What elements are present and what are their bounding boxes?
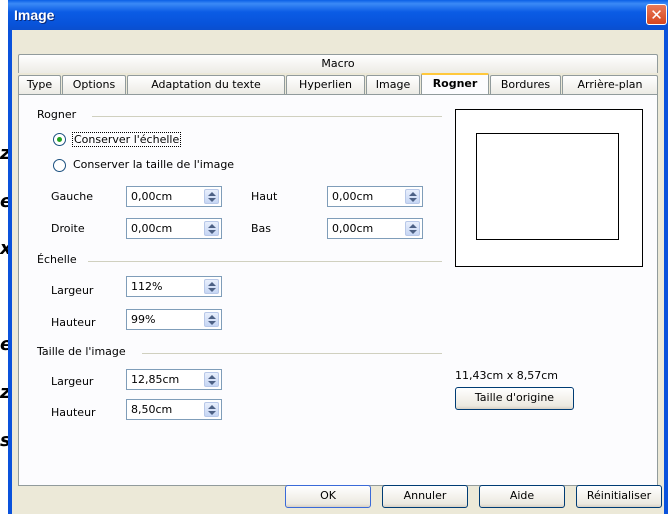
spin-arrows-icon[interactable] (405, 221, 420, 236)
scale-width-label: Largeur (51, 284, 94, 297)
tab-type[interactable]: Type (18, 75, 61, 94)
size-height-label: Hauteur (51, 406, 96, 419)
spin-arrows-icon[interactable] (204, 189, 219, 204)
scale-group-label: Échelle (37, 253, 77, 266)
size-height-value: 8,50cm (131, 403, 173, 416)
spin-arrows-icon[interactable] (204, 402, 219, 417)
size-group-label: Taille de l'image (37, 345, 126, 358)
crop-preview (455, 109, 643, 267)
size-width-label: Largeur (51, 375, 94, 388)
crop-top-label: Haut (251, 190, 278, 203)
cancel-button[interactable]: Annuler (382, 485, 468, 508)
crop-group-divider (92, 116, 442, 117)
close-icon: ✕ (650, 6, 663, 24)
help-button[interactable]: Aide (479, 485, 565, 508)
crop-left-spinner[interactable]: 0,00cm (126, 186, 222, 207)
image-dialog: Image ✕ Macro Type Options Adaptation du… (8, 0, 668, 514)
scale-width-spinner[interactable]: 112% (126, 276, 222, 297)
keep-size-radio[interactable] (53, 159, 66, 172)
crop-left-label: Gauche (51, 190, 94, 203)
scale-height-label: Hauteur (51, 316, 96, 329)
spin-arrows-icon[interactable] (405, 189, 420, 204)
spin-arrows-icon[interactable] (204, 372, 219, 387)
spin-arrows-icon[interactable] (204, 221, 219, 236)
tab-options[interactable]: Options (62, 75, 126, 94)
spin-arrows-icon[interactable] (204, 279, 219, 294)
size-group-divider (142, 353, 442, 354)
size-width-value: 12,85cm (131, 373, 180, 386)
crop-top-spinner[interactable]: 0,00cm (327, 186, 423, 207)
radio-selected-dot (57, 137, 62, 142)
tab-image[interactable]: Image (366, 75, 420, 94)
size-width-spinner[interactable]: 12,85cm (126, 369, 222, 390)
tab-text-wrap[interactable]: Adaptation du texte (127, 75, 285, 94)
reset-button[interactable]: Réinitialiser (576, 485, 662, 508)
crop-bottom-label: Bas (251, 222, 272, 235)
crop-right-spinner[interactable]: 0,00cm (126, 218, 222, 239)
scale-height-spinner[interactable]: 99% (126, 309, 222, 330)
crop-top-value: 0,00cm (332, 190, 374, 203)
tab-background[interactable]: Arrière-plan (562, 75, 658, 94)
spin-arrows-icon[interactable] (204, 312, 219, 327)
size-height-spinner[interactable]: 8,50cm (126, 399, 222, 420)
close-button[interactable]: ✕ (646, 4, 667, 25)
original-size-text: 11,43cm x 8,57cm (455, 369, 559, 382)
preview-image-frame (476, 133, 619, 240)
original-size-button[interactable]: Taille d'origine (455, 387, 574, 410)
crop-group-label: Rogner (37, 108, 77, 121)
keep-size-label[interactable]: Conserver la taille de l'image (73, 158, 234, 171)
title-bar[interactable]: Image ✕ (8, 0, 668, 30)
crop-right-value: 0,00cm (131, 222, 173, 235)
crop-bottom-spinner[interactable]: 0,00cm (327, 218, 423, 239)
scale-height-value: 99% (131, 313, 156, 326)
scale-group-divider (88, 261, 442, 262)
tab-macro[interactable]: Macro (18, 54, 658, 73)
tab-borders[interactable]: Bordures (490, 75, 561, 94)
tab-hyperlink[interactable]: Hyperlien (286, 75, 365, 94)
dialog-title: Image (14, 7, 55, 23)
crop-right-label: Droite (51, 222, 85, 235)
dialog-client: Macro Type Options Adaptation du texte H… (12, 30, 664, 514)
crop-bottom-value: 0,00cm (332, 222, 374, 235)
keep-scale-radio[interactable] (53, 133, 66, 146)
tab-crop[interactable]: Rogner (421, 73, 489, 94)
scale-width-value: 112% (131, 280, 163, 293)
ok-button[interactable]: OK (285, 485, 371, 508)
keep-scale-label[interactable]: Conserver l'échelle (72, 132, 182, 147)
crop-left-value: 0,00cm (131, 190, 173, 203)
